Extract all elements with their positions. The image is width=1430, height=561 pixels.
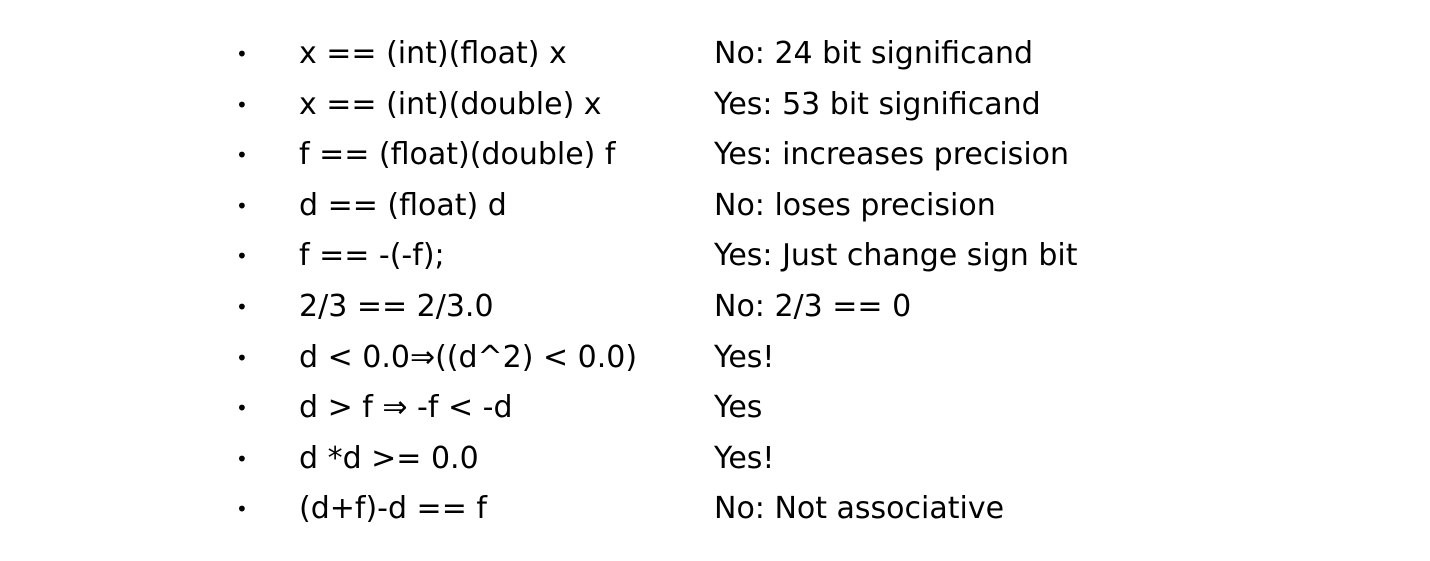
answer: Yes! <box>714 339 775 375</box>
expression: f == -(-f); <box>299 238 445 274</box>
answer: Yes: increases precision <box>714 137 1070 173</box>
answer: No: 2/3 == 0 <box>714 288 912 324</box>
expression: (d+f)-d == f <box>299 491 487 527</box>
bullet: • <box>236 92 248 117</box>
expression: d > f ⇒ -f < -d <box>299 390 513 426</box>
bullet: • <box>236 42 248 66</box>
list-item: • f == (float)(double) f Yes: increases … <box>236 131 1236 182</box>
bullet: • <box>236 244 248 269</box>
bullet: • <box>236 193 248 218</box>
expression: d *d >= 0.0 <box>299 440 479 476</box>
list-item: • f == -(-f); Yes: Just change sign bit <box>236 232 1236 283</box>
list-item: • x == (int)(float) x No: 24 bit signifi… <box>236 30 1236 81</box>
slide: • x == (int)(float) x No: 24 bit signifi… <box>0 0 1430 561</box>
list-item: • d *d >= 0.0 Yes! <box>236 435 1236 486</box>
list-item: • 2/3 == 2/3.0 No: 2/3 == 0 <box>236 283 1236 334</box>
answer: Yes! <box>714 440 775 476</box>
list-item: • x == (int)(double) x Yes: 53 bit signi… <box>236 81 1236 132</box>
list-item: • d > f ⇒ -f < -d Yes <box>236 384 1236 435</box>
expression: x == (int)(float) x <box>299 36 567 71</box>
answer: Yes: Just change sign bit <box>714 238 1078 274</box>
bullet: • <box>236 345 248 370</box>
list-item: • (d+f)-d == f No: Not associative <box>236 485 1236 536</box>
answer: No: loses precision <box>714 187 996 223</box>
expression: 2/3 == 2/3.0 <box>299 288 494 324</box>
answer: Yes: 53 bit significand <box>714 86 1041 122</box>
expression: f == (float)(double) f <box>299 137 616 173</box>
bullet: • <box>236 294 248 319</box>
bullet: • <box>236 143 248 168</box>
list-item: • d == (float) d No: loses precision <box>236 182 1236 233</box>
answer: Yes <box>714 390 763 426</box>
expression: d < 0.0⇒((d^2) < 0.0) <box>299 339 638 375</box>
expression: d == (float) d <box>299 187 507 223</box>
bullet: • <box>236 497 248 522</box>
bullet: • <box>236 446 248 471</box>
expression: x == (int)(double) x <box>299 86 602 122</box>
answer: No: Not associative <box>714 491 1005 527</box>
bullet: • <box>236 396 248 421</box>
float-identity-list: • x == (int)(float) x No: 24 bit signifi… <box>236 30 1236 536</box>
list-item: • d < 0.0⇒((d^2) < 0.0) Yes! <box>236 334 1236 385</box>
answer: No: 24 bit significand <box>714 36 1034 71</box>
